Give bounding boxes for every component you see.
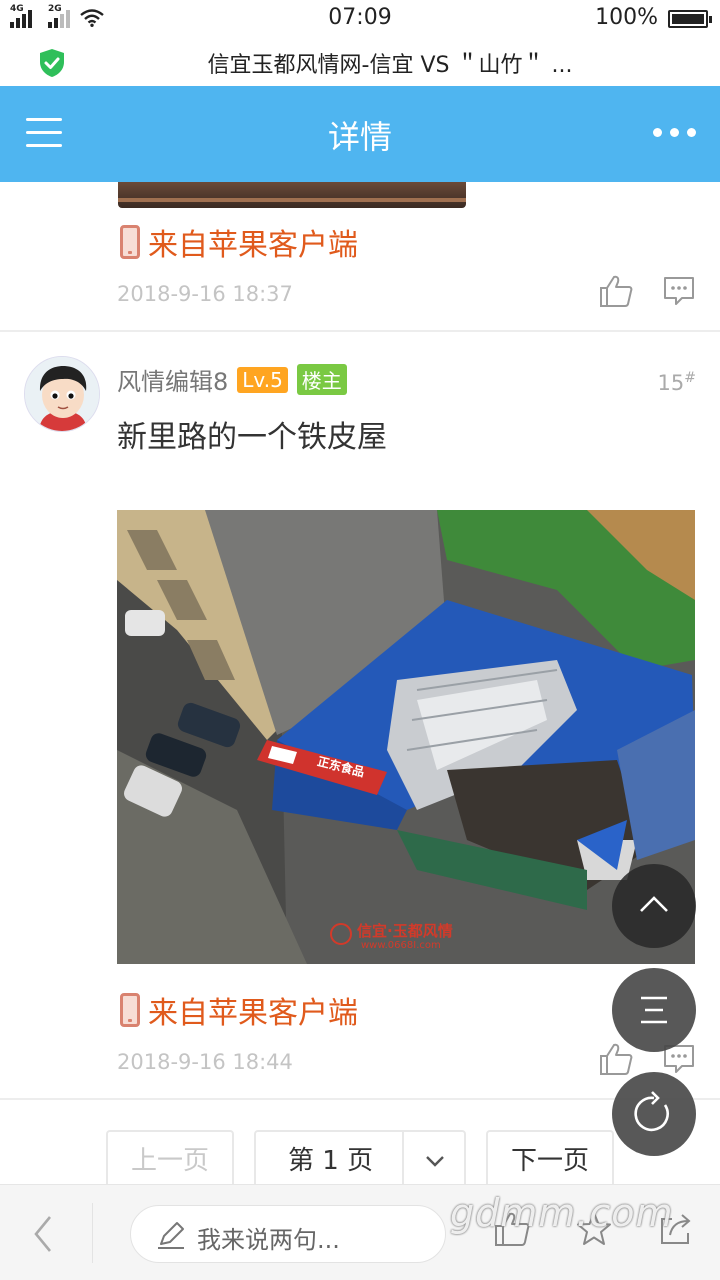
post-divider [0, 330, 720, 332]
list-button[interactable] [612, 968, 696, 1052]
list-icon [641, 996, 667, 1024]
comment-icon[interactable] [662, 274, 696, 308]
like-icon[interactable] [598, 274, 634, 308]
divider [92, 1203, 93, 1263]
floor-number: 15# [658, 370, 696, 395]
comment-input[interactable]: 我来说两句... [130, 1205, 446, 1263]
scroll-top-button[interactable] [612, 864, 696, 948]
author-line: 风情编辑8 Lv.5 楼主 [117, 362, 347, 397]
page-title: 信宜玉都风情网-信宜 VS ＂山竹＂ ... [207, 53, 573, 78]
shield-check-icon [40, 49, 64, 77]
pen-icon [158, 1222, 184, 1249]
refresh-icon [634, 1091, 669, 1132]
battery-icon [668, 10, 712, 28]
post-source: 来自苹果客户端 [120, 220, 358, 264]
post-date: 2018-9-16 18:44 [117, 1050, 293, 1074]
phone-icon [120, 993, 140, 1027]
app-header: 详情 [0, 86, 720, 182]
thread-starter-badge: 楼主 [296, 364, 347, 395]
browser-url-bar[interactable]: 信宜玉都风情网-信宜 VS ＂山竹＂ ... [0, 38, 720, 86]
phone-icon [120, 225, 140, 259]
battery-percent: 100% [595, 5, 658, 30]
current-page-label: 第 1 页 [288, 1146, 374, 1176]
floor-mark: # [684, 370, 696, 386]
comment-placeholder: 我来说两句... [197, 1226, 340, 1254]
header-title: 详情 [327, 118, 392, 156]
next-page-button[interactable]: 下一页 [486, 1130, 614, 1184]
post-source-label: 来自苹果客户端 [148, 996, 358, 1031]
back-icon[interactable] [28, 1213, 58, 1255]
page-selector[interactable]: 第 1 页 [254, 1130, 466, 1184]
site-watermark: gdmm.com [450, 1191, 674, 1235]
status-bar: 4G 2G 07:09 100% [0, 0, 720, 38]
floor-number-value: 15 [657, 371, 685, 395]
image-watermark: 信宜·玉都风情 [357, 922, 453, 940]
avatar[interactable] [24, 356, 100, 432]
post-text: 新里路的一个铁皮屋 [117, 420, 387, 455]
post-source: 来自苹果客户端 [120, 988, 358, 1032]
refresh-button[interactable] [612, 1072, 696, 1156]
scroll-top-icon [640, 896, 668, 912]
prev-page-button[interactable]: 上一页 [106, 1130, 234, 1184]
post-date: 2018-9-16 18:37 [117, 282, 293, 306]
post-source-label: 来自苹果客户端 [148, 228, 358, 263]
level-badge: Lv.5 [237, 366, 288, 393]
image-watermark-url: www.0668I.com [361, 940, 441, 951]
post-image-partial[interactable] [118, 182, 466, 208]
more-icon[interactable] [653, 128, 696, 137]
post-image[interactable]: 信宜·玉都风情 www.0668I.com 正东食品 [117, 510, 695, 964]
author-name[interactable]: 风情编辑8 [117, 362, 228, 397]
bottom-bar: 我来说两句... gdmm.com [0, 1184, 720, 1280]
chevron-down-icon[interactable] [402, 1132, 464, 1184]
